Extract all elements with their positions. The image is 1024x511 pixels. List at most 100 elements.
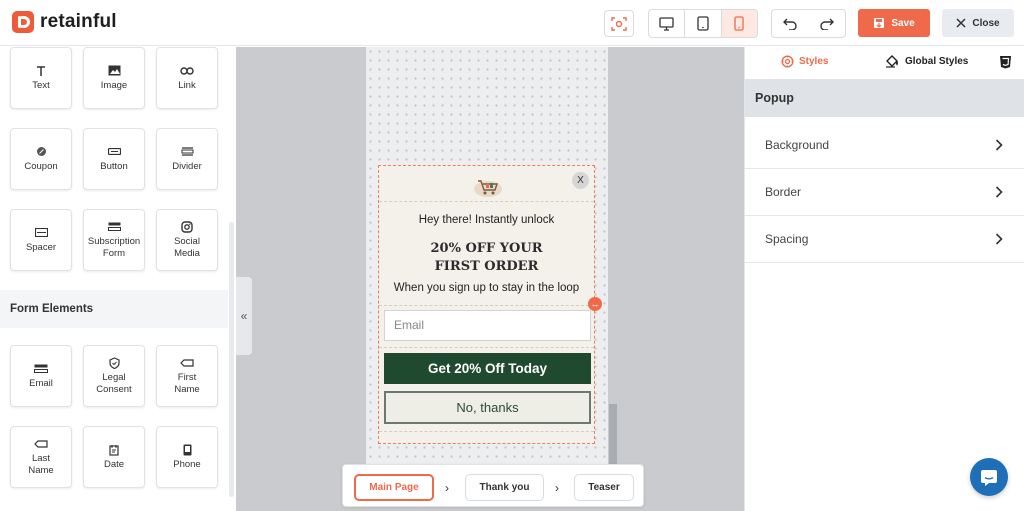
- style-row-spacing[interactable]: Spacing: [745, 216, 1024, 263]
- text-icon: [35, 65, 47, 77]
- elements-panel: Text Image Link Coupon Button Divider Sp…: [0, 47, 236, 511]
- chevron-right-icon: [995, 186, 1003, 198]
- tab-styles[interactable]: Styles: [781, 55, 828, 68]
- shopping-cart-icon: [474, 180, 502, 197]
- close-icon: [956, 18, 966, 28]
- resize-handle-icon[interactable]: ↔: [588, 297, 602, 311]
- element-phone[interactable]: Phone: [156, 426, 218, 488]
- email-field-icon: [34, 363, 48, 375]
- popup-heading[interactable]: Hey there! Instantly unlock: [379, 214, 594, 226]
- palette-icon: [781, 55, 794, 68]
- properties-panel: Styles Global Styles Popup Background Bo…: [744, 47, 1024, 511]
- device-switcher: [648, 9, 758, 38]
- page-tabs: Main Page › Thank you › Teaser: [342, 464, 644, 507]
- image-icon: [108, 65, 121, 77]
- element-label: Divider: [172, 160, 202, 172]
- element-label: Subscription Form: [87, 235, 141, 259]
- element-legal-consent[interactable]: Legal Consent: [83, 345, 145, 407]
- shield-icon: [108, 356, 120, 369]
- popup-offer-title[interactable]: 20% OFF YOUR FIRST ORDER: [379, 240, 594, 276]
- popup-preview[interactable]: X Hey there! Instantly unlock 20% OFF YO…: [378, 165, 595, 444]
- element-divider[interactable]: Divider: [156, 128, 218, 190]
- style-row-border[interactable]: Border: [745, 169, 1024, 216]
- coupon-icon: [36, 146, 47, 158]
- element-first-name[interactable]: First Name: [156, 345, 218, 407]
- css3-icon: [1000, 56, 1011, 69]
- popup-close-button[interactable]: X: [572, 172, 589, 189]
- popup-cta-button[interactable]: Get 20% Off Today: [384, 353, 591, 384]
- save-icon: [874, 18, 885, 28]
- save-button[interactable]: Save: [858, 9, 930, 37]
- style-row-background[interactable]: Background: [745, 122, 1024, 169]
- chevron-right-icon: ›: [555, 481, 559, 495]
- save-label: Save: [891, 17, 915, 29]
- redo-button[interactable]: [809, 10, 846, 37]
- logo-mark-icon: [12, 11, 34, 33]
- spacer-icon: [34, 227, 48, 239]
- instagram-icon: [181, 220, 193, 233]
- divider-icon: [181, 146, 194, 158]
- element-email[interactable]: Email: [10, 345, 72, 407]
- css-editor-button[interactable]: [999, 55, 1012, 69]
- mobile-icon: [734, 16, 744, 31]
- history-controls: [771, 9, 846, 38]
- popup-decline-button[interactable]: No, thanks: [384, 391, 591, 424]
- link-icon: [180, 65, 194, 77]
- desktop-view-button[interactable]: [649, 10, 684, 37]
- element-label: Text: [32, 79, 50, 91]
- tablet-view-button[interactable]: [684, 10, 722, 37]
- desktop-icon: [659, 16, 674, 31]
- section-divider: [379, 305, 594, 306]
- element-link[interactable]: Link: [156, 47, 218, 109]
- close-label: Close: [972, 17, 1000, 29]
- preview-button[interactable]: [604, 10, 634, 37]
- element-label: Spacer: [25, 241, 57, 253]
- element-subscription-form[interactable]: Subscription Form: [83, 209, 145, 271]
- close-button[interactable]: Close: [942, 9, 1014, 37]
- paint-bucket-icon: [886, 55, 898, 68]
- chat-icon: [981, 469, 997, 486]
- element-label: Last Name: [28, 452, 54, 476]
- popup-subtext[interactable]: When you sign up to stay in the loop: [379, 282, 594, 294]
- element-coupon[interactable]: Coupon: [10, 128, 72, 190]
- tab-thank-you[interactable]: Thank you: [465, 474, 544, 501]
- top-bar: retainful Save Close: [0, 0, 1024, 46]
- canvas-scrollbar[interactable]: [609, 404, 617, 466]
- tag-icon: [34, 438, 48, 450]
- chevron-right-icon: ›: [445, 481, 449, 495]
- popup-section-header[interactable]: Popup: [745, 79, 1024, 117]
- chat-support-button[interactable]: [970, 458, 1008, 496]
- tab-styles-label: Styles: [799, 56, 829, 67]
- element-label: Link: [178, 79, 196, 91]
- tablet-icon: [697, 16, 709, 31]
- element-spacer[interactable]: Spacer: [10, 209, 72, 271]
- collapse-sidebar-button[interactable]: «: [236, 277, 252, 355]
- element-last-name[interactable]: Last Name: [10, 426, 72, 488]
- phone-icon: [183, 444, 192, 456]
- mobile-view-button[interactable]: [721, 10, 757, 37]
- element-label: Coupon: [24, 160, 58, 172]
- element-text[interactable]: Text: [10, 47, 72, 109]
- element-image[interactable]: Image: [83, 47, 145, 109]
- element-button[interactable]: Button: [83, 128, 145, 190]
- offer-line-2: FIRST ORDER: [434, 259, 539, 274]
- chevron-right-icon: [995, 139, 1003, 151]
- popup-email-input[interactable]: Email: [384, 310, 591, 341]
- section-divider: [379, 347, 594, 348]
- tab-main-page[interactable]: Main Page: [354, 474, 434, 501]
- tab-teaser[interactable]: Teaser: [574, 474, 634, 501]
- form-icon: [107, 221, 121, 233]
- section-divider: [379, 201, 594, 202]
- calendar-icon: [108, 444, 120, 456]
- element-label: Email: [29, 377, 53, 389]
- element-social-media[interactable]: Social Media: [156, 209, 218, 271]
- row-label: Spacing: [765, 232, 809, 246]
- preview-icon: [611, 16, 627, 31]
- sidebar-scrollbar[interactable]: [229, 222, 234, 497]
- offer-line-1: 20% OFF YOUR: [430, 241, 543, 256]
- undo-button[interactable]: [772, 10, 809, 37]
- tab-global-styles-label: Global Styles: [905, 56, 969, 67]
- tab-global-styles[interactable]: Global Styles: [885, 55, 968, 68]
- element-date[interactable]: Date: [83, 426, 145, 488]
- form-elements-heading: Form Elements: [0, 290, 228, 328]
